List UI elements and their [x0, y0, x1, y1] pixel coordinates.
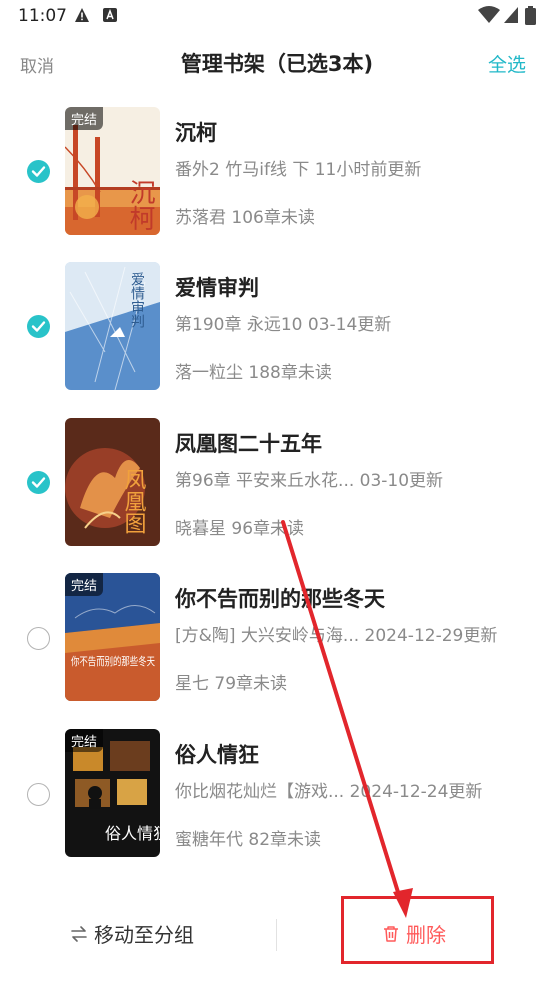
status-bar: 11:07	[0, 0, 554, 32]
battery-icon	[525, 6, 536, 25]
book-title: 沉柯	[175, 121, 217, 145]
book-title: 你不告而别的那些冬天	[175, 587, 385, 611]
check-icon	[31, 321, 46, 332]
cover-title: 你不告而别的那些冬天	[71, 654, 155, 668]
cover-art: 凤凰图	[65, 418, 160, 546]
status-time: 11:07	[18, 6, 67, 26]
book-update: 你比烟花灿烂【游戏... 2024-12-24更新	[175, 782, 483, 802]
check-icon	[31, 166, 46, 177]
signal-icon	[504, 7, 518, 23]
book-item[interactable]: 爱情审判 爱情审判 第190章 永远10 03-14更新 落一粒尘 188章未读	[0, 262, 554, 392]
checkbox-checked[interactable]	[27, 471, 50, 494]
annotation-highlight-box	[341, 896, 494, 964]
swap-icon	[71, 925, 87, 942]
book-cover[interactable]: 爱情审判	[65, 262, 160, 390]
book-meta: 落一粒尘 188章未读	[175, 363, 332, 383]
book-cover[interactable]: 沉柯 完结	[65, 107, 160, 235]
cover-art: 爱情审判	[65, 262, 160, 390]
book-meta: 蜜糖年代 82章未读	[175, 830, 322, 850]
cover-title: 爱情审判	[129, 272, 145, 329]
select-all-button[interactable]: 全选	[488, 50, 526, 77]
book-cover[interactable]: 你不告而别的那些冬天 完结	[65, 573, 160, 701]
move-to-group-button[interactable]: 移动至分组	[70, 919, 194, 948]
checkbox-unchecked[interactable]	[27, 783, 50, 806]
status-badge: 完结	[65, 573, 104, 596]
book-title: 爱情审判	[175, 276, 259, 300]
book-title: 俗人情狂	[175, 743, 259, 767]
book-title: 凤凰图二十五年	[175, 432, 322, 456]
book-cover[interactable]: 凤凰图	[65, 418, 160, 546]
top-bar: 取消 管理书架（已选3本) 全选	[0, 40, 554, 86]
move-to-group-label: 移动至分组	[94, 923, 194, 947]
book-update: 第96章 平安来丘水花... 03-10更新	[175, 471, 444, 491]
font-app-icon	[103, 8, 117, 22]
checkbox-checked[interactable]	[27, 315, 50, 338]
book-item[interactable]: 沉柯 完结 沉柯 番外2 竹马if线 下 11小时前更新 苏落君 106章未读	[0, 107, 554, 237]
check-icon	[31, 477, 46, 488]
book-update: 第190章 永远10 03-14更新	[175, 315, 392, 335]
book-meta: 苏落君 106章未读	[175, 208, 315, 228]
status-badge: 完结	[65, 107, 104, 130]
book-cover[interactable]: 俗人情狂 完结	[65, 729, 160, 857]
wifi-icon	[478, 6, 500, 23]
cover-title: 俗人情狂	[105, 824, 160, 843]
checkbox-checked[interactable]	[27, 160, 50, 183]
cover-title: 凤凰图	[121, 468, 147, 534]
book-meta: 星七 79章未读	[175, 674, 288, 694]
checkbox-unchecked[interactable]	[27, 627, 50, 650]
book-update: 番外2 竹马if线 下 11小时前更新	[175, 160, 422, 180]
page-title: 管理书架（已选3本)	[180, 52, 374, 76]
book-update: [方&陶] 大兴安岭与海... 2024-12-29更新	[175, 626, 498, 646]
cover-title: 沉柯	[125, 179, 155, 231]
status-badge: 完结	[65, 729, 104, 752]
book-item[interactable]: 俗人情狂 完结 俗人情狂 你比烟花灿烂【游戏... 2024-12-24更新 蜜…	[0, 729, 554, 859]
divider	[276, 919, 277, 951]
book-item[interactable]: 你不告而别的那些冬天 完结 你不告而别的那些冬天 [方&陶] 大兴安岭与海...…	[0, 573, 554, 703]
warning-icon	[75, 8, 89, 22]
book-item[interactable]: 凤凰图 凤凰图二十五年 第96章 平安来丘水花... 03-10更新 晓暮星 9…	[0, 418, 554, 548]
book-meta: 晓暮星 96章未读	[175, 519, 305, 539]
